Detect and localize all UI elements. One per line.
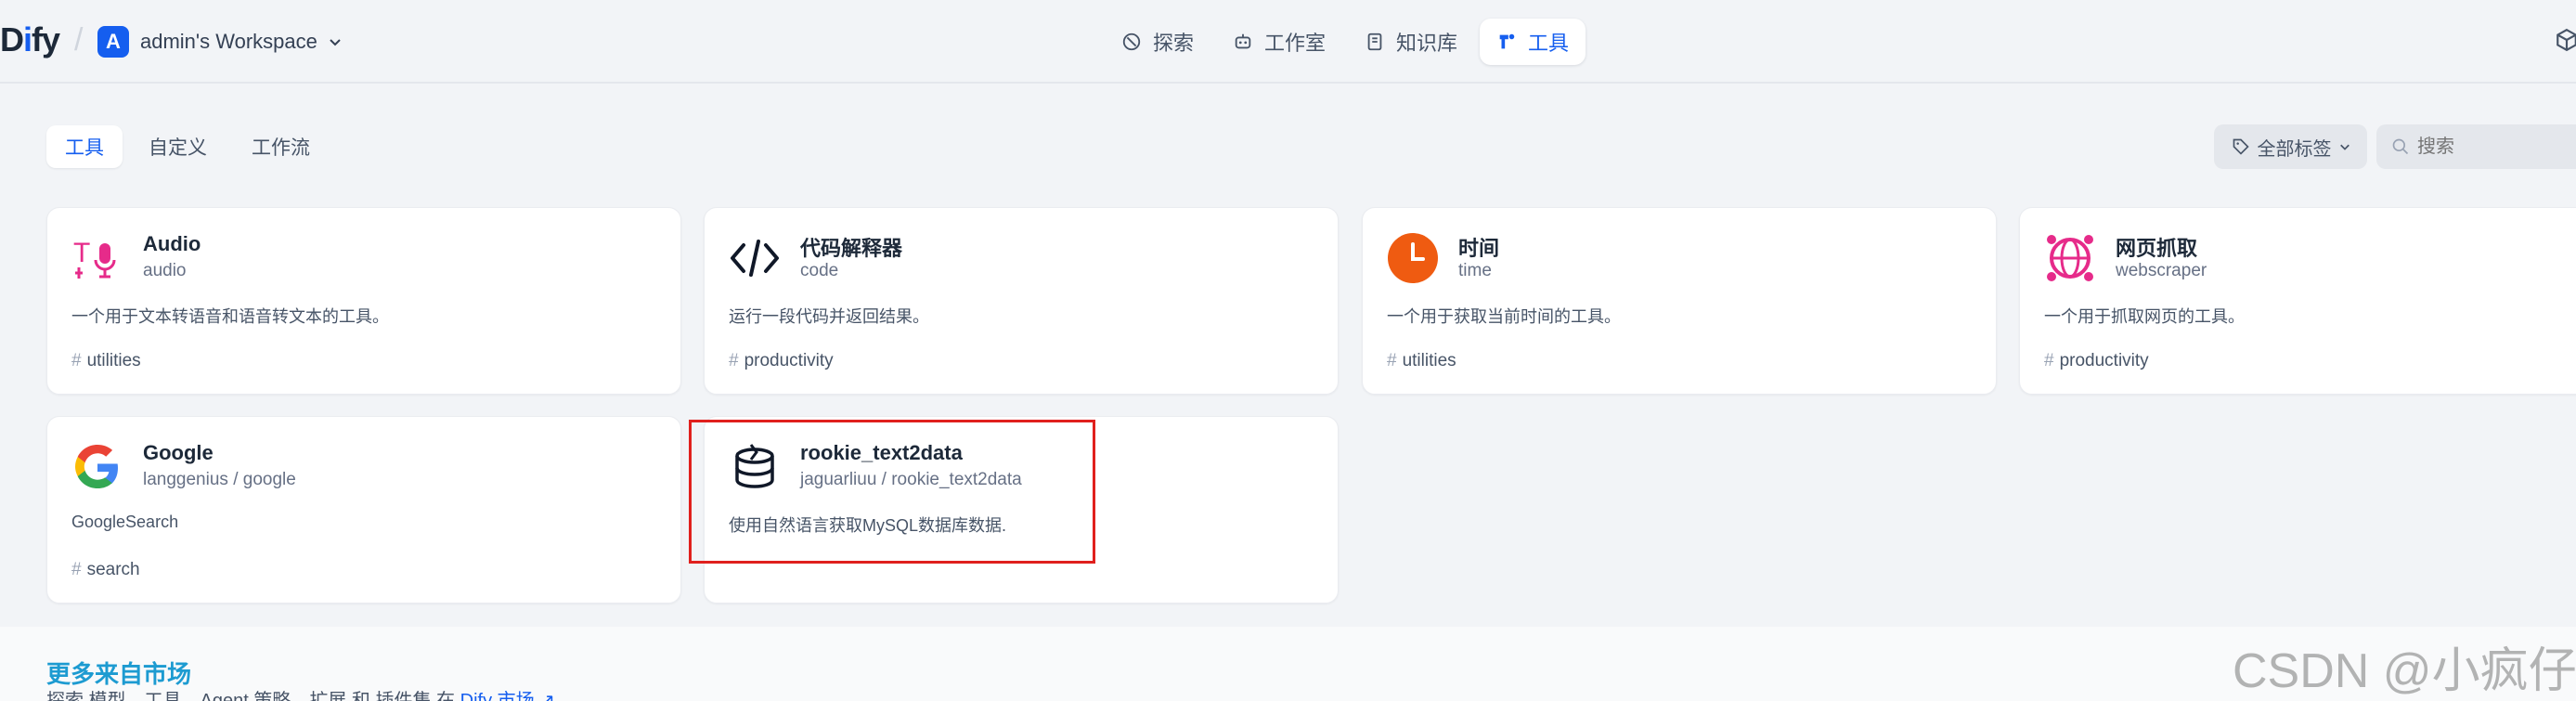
- tool-id: langgenius / google: [143, 470, 296, 489]
- tool-description: 一个用于抓取网页的工具。: [2044, 307, 2245, 326]
- tool-name: Audio: [143, 232, 201, 255]
- nav-tools-label: 工具: [1528, 32, 1570, 55]
- tool-id: audio: [143, 261, 187, 280]
- tool-id: webscraper: [2116, 261, 2207, 280]
- clock-icon: [1387, 232, 1439, 284]
- marketplace-text: 探索 模型、工具、Agent 策略、扩展 和 插件集 在 Dify 市场 ↗: [46, 685, 555, 701]
- nav-explore-label: 探索: [1153, 32, 1195, 55]
- tool-icon: [1499, 33, 1515, 49]
- robot-icon: [1235, 33, 1251, 49]
- chevron-down-icon: [330, 39, 341, 46]
- breadcrumb-separator: /: [74, 22, 84, 58]
- tab-custom[interactable]: 自定义: [130, 125, 226, 168]
- tool-card-time[interactable]: 时间 time 一个用于获取当前时间的工具。 # utilities: [1362, 207, 1997, 395]
- tool-card-google[interactable]: Google langgenius / google GoogleSearch …: [46, 416, 681, 604]
- nav-knowledge-label: 知识库: [1396, 32, 1458, 55]
- nav-tools[interactable]: 工具: [1480, 19, 1586, 65]
- tag-icon: [2233, 138, 2249, 155]
- workspace-name: admin's Workspace: [140, 30, 317, 53]
- tool-card-audio[interactable]: T Audio audio 一个用于文本转语音和语音转文本的工具。 # utili…: [46, 207, 681, 395]
- google-icon: [71, 441, 123, 493]
- tool-id: time: [1458, 261, 1492, 280]
- code-icon: [729, 232, 781, 284]
- tab-workflow[interactable]: 工作流: [233, 125, 329, 168]
- tool-tag: # utilities: [1387, 351, 1456, 370]
- tool-tag: # utilities: [71, 351, 141, 370]
- tool-name: 时间: [1458, 237, 1500, 260]
- tool-id: code: [800, 261, 839, 280]
- tool-name: Google: [143, 441, 214, 464]
- nav-studio-label: 工作室: [1264, 32, 1327, 55]
- svg-text:T: T: [73, 238, 90, 268]
- tab-builtin[interactable]: 工具: [46, 125, 123, 168]
- tool-tag: # search: [71, 560, 140, 579]
- cube-icon[interactable]: [2555, 28, 2576, 52]
- top-header: Dify / A admin's Workspace 探索 工作室 知识库 工具: [0, 0, 2576, 84]
- tag-filter-label: 全部标签: [2257, 138, 2332, 160]
- tool-type-tabs: 工具 自定义 工作流: [46, 125, 329, 168]
- globe-icon: [2044, 232, 2096, 284]
- tool-card-code[interactable]: 代码解释器 code 运行一段代码并返回结果。 # productivity: [704, 207, 1339, 395]
- audio-icon: T: [71, 232, 123, 284]
- book-icon: [1367, 32, 1382, 51]
- search-box: [2376, 124, 2576, 169]
- chevron-down-icon: [2339, 144, 2349, 150]
- watermark: CSDN @小疯仔: [2233, 644, 2576, 698]
- tool-description: 运行一段代码并返回结果。: [729, 307, 929, 326]
- highlight-box: [689, 420, 1095, 564]
- workspace-avatar: A: [97, 26, 129, 58]
- workspace-switcher[interactable]: A admin's Workspace: [97, 22, 342, 61]
- marketplace-link[interactable]: Dify 市场 ↗: [460, 691, 555, 701]
- nav-studio[interactable]: 工作室: [1216, 19, 1342, 65]
- search-icon: [2392, 138, 2409, 155]
- tool-description: GoogleSearch: [71, 513, 179, 531]
- tool-description: 一个用于获取当前时间的工具。: [1387, 307, 1621, 326]
- tool-card-webscraper[interactable]: 网页抓取 webscraper 一个用于抓取网页的工具。 # productivi…: [2019, 207, 2576, 395]
- tool-name: 网页抓取: [2116, 237, 2198, 260]
- tool-tag: # productivity: [2044, 351, 2149, 370]
- tool-name: 代码解释器: [800, 237, 903, 260]
- nav-explore[interactable]: 探索: [1105, 19, 1210, 65]
- search-input[interactable]: [2417, 136, 2575, 158]
- main-nav: 探索 工作室 知识库 工具: [1105, 19, 1586, 65]
- tool-tag: # productivity: [729, 351, 834, 370]
- dify-logo[interactable]: Dify: [0, 20, 60, 59]
- nav-knowledge[interactable]: 知识库: [1348, 19, 1474, 65]
- explore-icon: [1122, 32, 1141, 51]
- tool-description: 一个用于文本转语音和语音转文本的工具。: [71, 307, 389, 326]
- tag-filter-button[interactable]: 全部标签: [2214, 124, 2367, 169]
